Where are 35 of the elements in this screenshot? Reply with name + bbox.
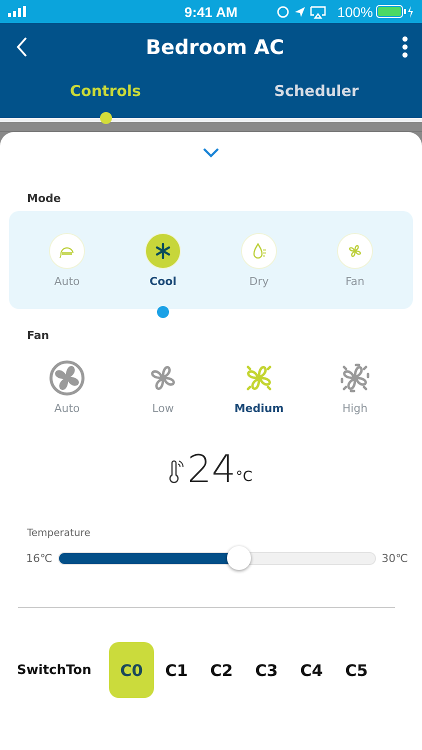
thermometer-icon — [169, 460, 186, 484]
battery-icon — [376, 5, 414, 18]
section-label: Fan — [26, 329, 50, 342]
channel-button[interactable]: C0 — [109, 642, 154, 698]
snowflake-icon — [154, 242, 172, 260]
channel-button[interactable]: C4 — [289, 642, 334, 698]
mode-indicator — [157, 306, 169, 318]
channel-button[interactable]: C1 — [154, 642, 199, 698]
signal-icon — [8, 6, 28, 17]
slider-thumb[interactable] — [227, 546, 252, 570]
slider-label: Temperature — [26, 528, 92, 539]
switch-label: SwitchTon — [17, 662, 92, 678]
mode-option[interactable]: Cool — [115, 211, 211, 289]
section-label: Mode — [26, 192, 62, 205]
battery-percent: 100% — [337, 4, 374, 20]
tab-indicator — [100, 112, 112, 124]
fan-icon — [49, 360, 85, 396]
temperature-unit: °C — [236, 469, 253, 485]
tab[interactable]: Scheduler — [211, 71, 422, 118]
fan-mode-icon — [346, 242, 364, 260]
temperature-reading: 24 — [187, 450, 236, 488]
back-icon[interactable] — [16, 37, 28, 57]
channel-button[interactable]: C3 — [244, 642, 289, 698]
fan-speed-option[interactable]: Medium — [211, 348, 307, 416]
collapse-chevron-icon[interactable] — [203, 148, 219, 158]
slider-min: 16℃ — [26, 552, 52, 564]
channel-button[interactable]: C5 — [334, 642, 379, 698]
droplet-icon — [251, 242, 267, 260]
more-icon[interactable] — [402, 36, 408, 58]
tab[interactable]: Controls — [0, 71, 211, 118]
temperature-slider[interactable] — [58, 545, 376, 571]
screen-title: Bedroom AC — [146, 35, 284, 59]
slider-max: 30℃ — [382, 552, 408, 564]
channel-button[interactable]: C2 — [199, 642, 244, 698]
status-time: 9:41 AM — [184, 4, 238, 20]
